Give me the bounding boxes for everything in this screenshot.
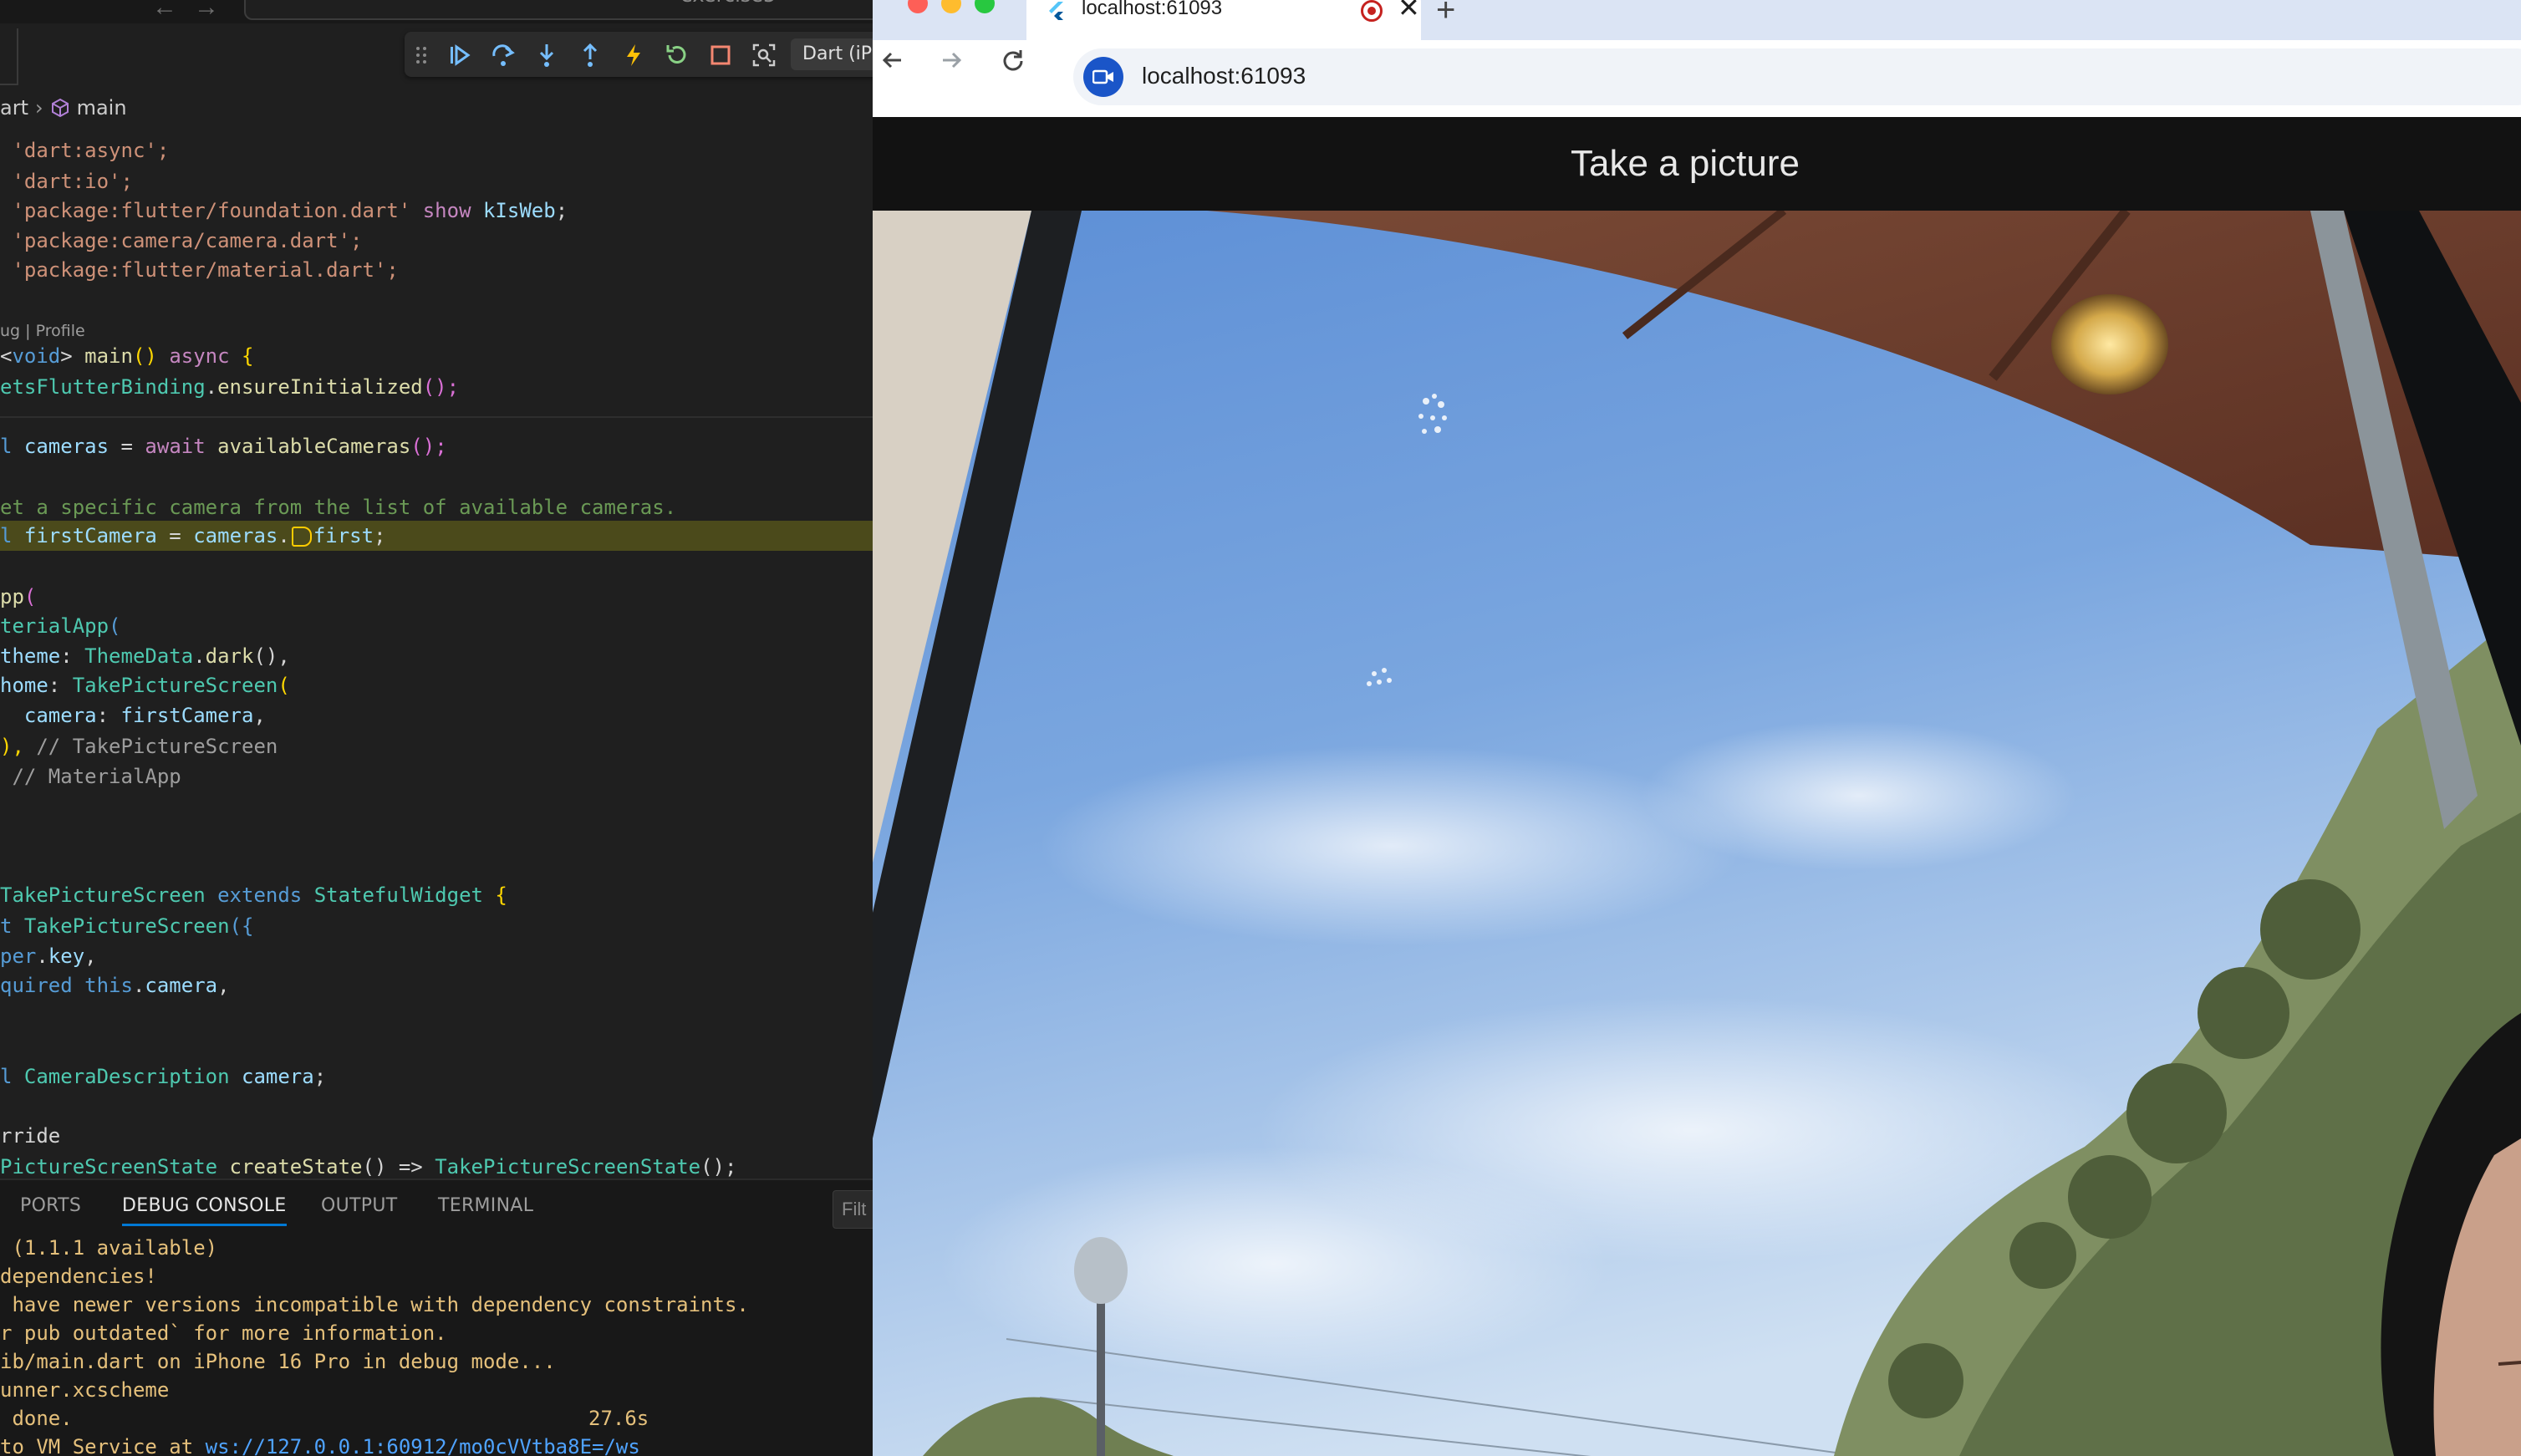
browser-tab[interactable]: localhost:61093 ✕ (1026, 0, 1421, 42)
editor-tab-edge (0, 28, 18, 85)
vm-service-link[interactable]: ws://127.0.0.1:60912/mo0cVVtba8E=/ws (206, 1435, 640, 1456)
camera-preview-image (873, 211, 2521, 1456)
code-comment: et a specific camera from the list of av… (0, 495, 677, 519)
restart-icon[interactable] (660, 38, 694, 72)
app-bar-title: Take a picture (1571, 143, 1800, 184)
code-line: per.key, (0, 944, 97, 969)
elapsed-time: 27.6s (588, 1407, 649, 1430)
code-line: l cameras = await availableCameras(); (0, 434, 447, 458)
code-line: ), // TakePictureScreen (0, 734, 278, 758)
minimize-window-button[interactable] (941, 0, 961, 13)
console-line: (1.1.1 available) (0, 1236, 218, 1260)
tab-strip: localhost:61093 ✕ + (873, 0, 2521, 42)
code-line: etsFlutterBinding.ensureInitialized(); (0, 374, 460, 399)
debug-toolbar: Dart (iPh (405, 32, 873, 77)
breakpoint-pointer-icon (291, 527, 312, 547)
code-line: // MaterialApp (0, 765, 181, 789)
forward-icon[interactable] (933, 42, 970, 79)
code-line: 'package:flutter/foundation.dart' show k… (0, 198, 568, 222)
tab-ports[interactable]: PORTS (20, 1195, 81, 1216)
breadcrumb-symbol[interactable]: main (77, 96, 127, 120)
editor-title-bar: ← → exercise5 (0, 0, 873, 23)
breadcrumb-file[interactable]: art (0, 96, 28, 120)
console-line: unner.xcscheme (0, 1378, 170, 1402)
close-tab-icon[interactable]: ✕ (1398, 0, 1420, 23)
panel-tabs: PORTS DEBUG CONSOLE OUTPUT TERMINAL Filt (0, 1180, 873, 1232)
debug-target-select[interactable]: Dart (iPh (791, 38, 873, 70)
drag-handle-icon[interactable] (405, 38, 438, 72)
code-editor: ← → exercise5 (0, 0, 873, 1456)
flutter-favicon-icon (1049, 2, 1063, 20)
code-line: PictureScreenState createState() => Take… (0, 1154, 737, 1179)
inspect-widget-icon[interactable] (747, 38, 781, 72)
code-line: quired this.camera, (0, 973, 230, 997)
new-tab-button[interactable]: + (1436, 0, 1455, 29)
camera-preview (873, 211, 2521, 1456)
code-line: TakePictureScreen extends StatefulWidget… (0, 883, 507, 908)
console-line: dependencies! (0, 1265, 157, 1288)
step-out-icon[interactable] (573, 38, 607, 72)
code-line: home: TakePictureScreen( (0, 673, 290, 697)
step-into-icon[interactable] (530, 38, 563, 72)
search-label: exercise5 (680, 0, 776, 7)
code-line: 'dart:async'; (0, 139, 170, 163)
code-line: theme: ThemeData.dark(), (0, 644, 290, 669)
stop-icon[interactable] (704, 38, 737, 72)
recording-icon (1361, 0, 1383, 22)
bottom-panel: PORTS DEBUG CONSOLE OUTPUT TERMINAL Filt… (0, 1179, 873, 1456)
continue-icon[interactable] (443, 38, 476, 72)
back-arrow-icon[interactable]: ← (152, 0, 177, 22)
console-line: ib/main.dart on iPhone 16 Pro in debug m… (0, 1350, 556, 1373)
console-line: to VM Service at ws://127.0.0.1:60912/mo… (0, 1433, 640, 1456)
back-icon[interactable] (874, 42, 911, 79)
console-line: r pub outdated` for more information. (0, 1321, 447, 1345)
command-center-search[interactable]: exercise5 (244, 0, 873, 20)
current-execution-line: l firstCamera = cameras. first; (0, 521, 873, 552)
console-line: have newer versions incompatible with de… (0, 1293, 749, 1316)
camera-in-use-icon[interactable] (1083, 57, 1123, 97)
reload-icon[interactable] (995, 42, 1031, 79)
code-line: rride (0, 1124, 61, 1148)
console-line: done. 27.6s (0, 1404, 752, 1433)
tab-title: localhost:61093 (1082, 0, 1223, 19)
chevron-right-icon: › (34, 96, 43, 120)
url-text: localhost:61093 (1142, 63, 1306, 89)
console-filter-input[interactable]: Filt (833, 1190, 873, 1229)
address-bar[interactable]: localhost:61093 (1073, 48, 2521, 105)
app-bar: Take a picture (873, 117, 2521, 211)
forward-arrow-icon[interactable]: → (194, 0, 219, 22)
browser-window: localhost:61093 ✕ + localhost:61093 Take… (873, 0, 2521, 1456)
code-line: pp( (0, 585, 37, 609)
code-line: l CameraDescription camera; (0, 1065, 327, 1089)
hot-reload-icon[interactable] (617, 38, 650, 72)
tab-terminal[interactable]: TERMINAL (438, 1195, 533, 1216)
browser-toolbar: localhost:61093 (873, 40, 2521, 115)
line-divider (0, 416, 873, 419)
breadcrumb: art › main (0, 94, 127, 122)
zoom-window-button[interactable] (975, 0, 995, 13)
close-window-button[interactable] (908, 0, 928, 13)
code-line: 'dart:io'; (0, 169, 133, 193)
method-cube-icon (51, 98, 69, 118)
tab-output[interactable]: OUTPUT (321, 1195, 397, 1216)
code-line: <void> main() async { (0, 344, 254, 369)
code-line: t TakePictureScreen({ (0, 914, 254, 938)
tab-debug-console[interactable]: DEBUG CONSOLE (122, 1195, 287, 1226)
code-line: terialApp( (0, 613, 121, 638)
code-line: 'package:flutter/material.dart'; (0, 257, 399, 282)
step-over-icon[interactable] (486, 38, 520, 72)
code-line: 'package:camera/camera.dart'; (0, 229, 363, 252)
code-line: camera: firstCamera, (0, 704, 266, 728)
